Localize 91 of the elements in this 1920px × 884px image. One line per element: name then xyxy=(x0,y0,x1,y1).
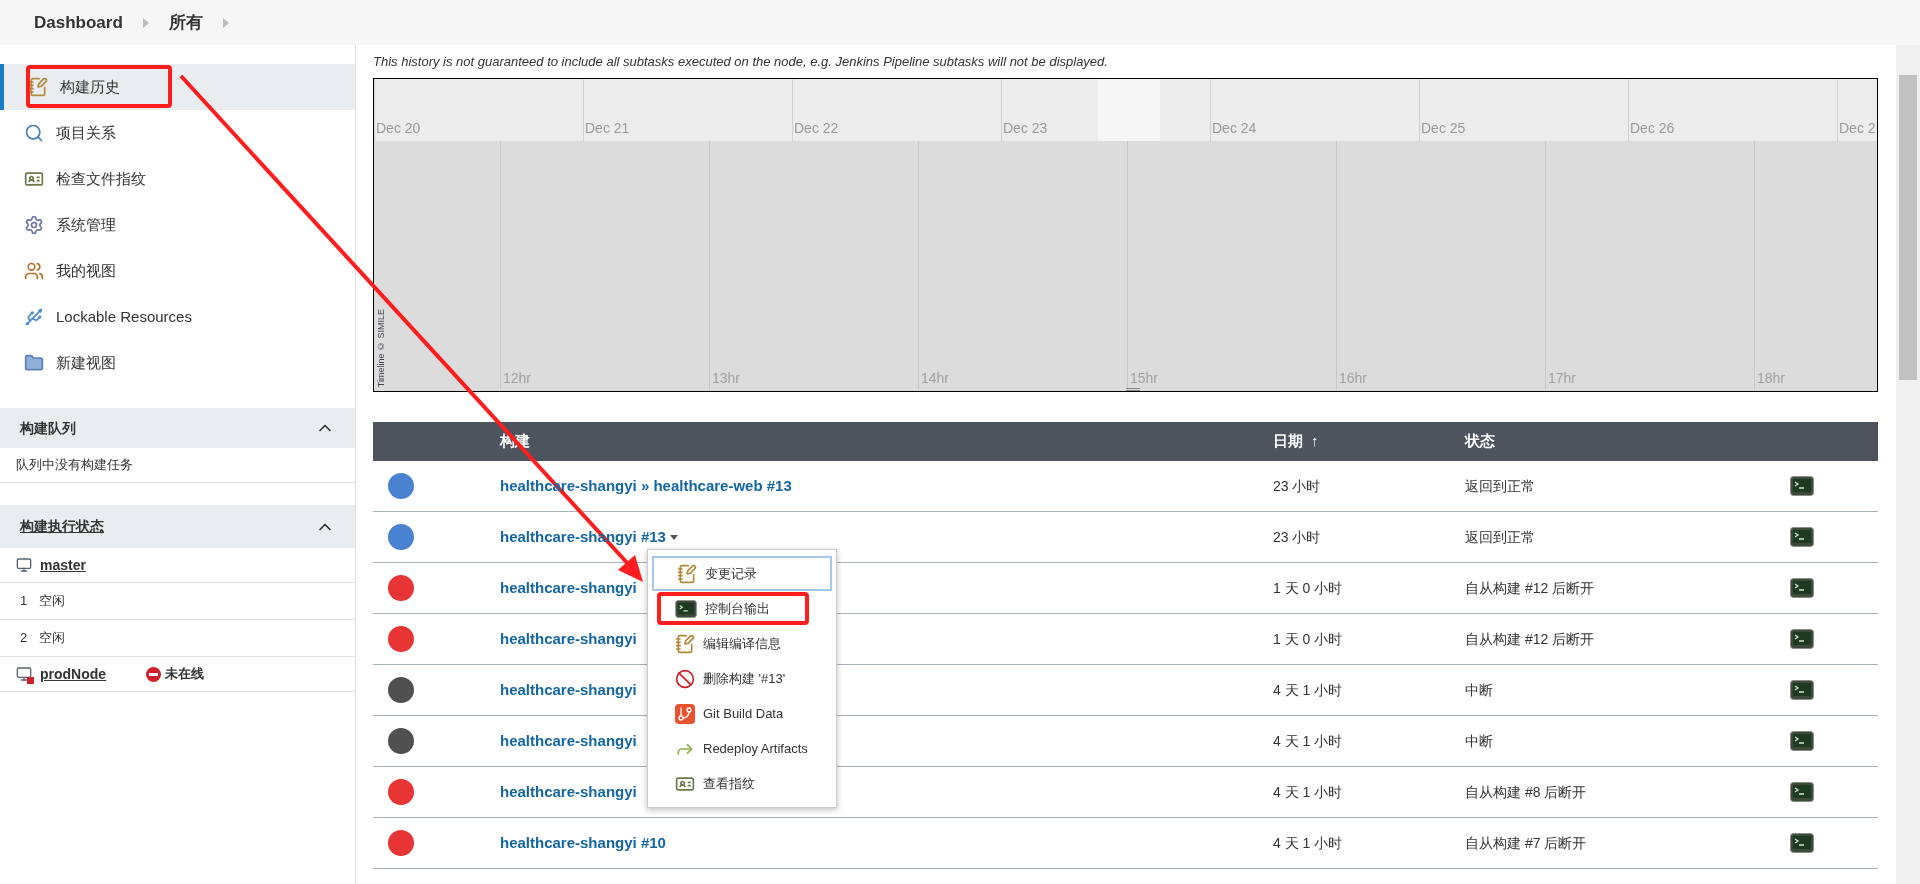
hour-label: 15hr xyxy=(1129,369,1159,388)
resize-handle[interactable] xyxy=(1125,388,1140,391)
people-icon xyxy=(24,261,44,281)
build-link[interactable]: healthcare-shangyi xyxy=(500,729,637,753)
sidebar-item[interactable]: 项目关系 xyxy=(0,110,355,156)
menu-item[interactable]: Redeploy Artifacts xyxy=(652,731,832,766)
build-status: 自从构建 #12 后断开 xyxy=(1465,578,1596,598)
terminal-icon[interactable] xyxy=(1790,476,1814,496)
hour-label: 14hr xyxy=(920,369,950,388)
id-card-icon xyxy=(24,169,44,189)
usb-icon xyxy=(24,307,44,327)
column-header[interactable]: 日期 ↑ xyxy=(1273,430,1465,453)
build-date: 1 天 0 小时 xyxy=(1273,629,1344,649)
no-entry-icon xyxy=(675,668,695,689)
hour-label: 18hr xyxy=(1756,369,1786,388)
terminal-icon[interactable] xyxy=(1790,578,1814,598)
menu-item[interactable]: 变更记录 xyxy=(652,556,832,591)
hour-label: 16hr xyxy=(1338,369,1368,388)
build-date: 23 小时 xyxy=(1273,476,1322,496)
build-status: 返回到正常 xyxy=(1465,476,1536,496)
hour-label: 12hr xyxy=(502,369,532,388)
date-label: Dec 22 xyxy=(793,119,839,138)
build-link[interactable]: healthcare-shangyi xyxy=(500,780,637,804)
folder-icon xyxy=(24,353,44,373)
sidebar-item[interactable]: 我的视图 xyxy=(0,248,355,294)
search-icon xyxy=(24,123,44,143)
history-note: This history is not guaranteed to include all subtasks executed on the node, e.g. Jenkins Pipeline subtasks will not be displayed. xyxy=(373,52,1109,71)
node-status: 未在线 xyxy=(165,665,205,684)
menu-item[interactable]: 编辑编译信息 xyxy=(652,626,832,661)
git-icon xyxy=(675,703,695,724)
build-status: 中断 xyxy=(1465,731,1494,751)
date-label: Dec 24 xyxy=(1211,119,1257,138)
build-link[interactable]: healthcare-shangyi xyxy=(500,576,637,600)
settings-icon xyxy=(24,215,44,235)
terminal-icon[interactable] xyxy=(675,599,697,618)
menu-item[interactable]: 查看指纹 xyxy=(652,766,832,801)
menu-item[interactable]: Git Build Data xyxy=(652,696,832,731)
scrollbar[interactable] xyxy=(1896,45,1920,884)
build-link[interactable]: healthcare-shangyi xyxy=(500,678,637,702)
date-label: Dec 23 xyxy=(1002,119,1048,138)
menu-item[interactable]: 删除构建 '#13' xyxy=(652,661,832,696)
terminal-icon[interactable] xyxy=(1790,833,1814,853)
breadcrumb-link[interactable]: 所有 xyxy=(164,9,207,36)
date-label: Dec 21 xyxy=(584,119,630,138)
build-date: 23 小时 xyxy=(1273,527,1322,547)
sidebar-item[interactable]: Lockable Resources xyxy=(0,294,355,340)
executor-state: 空闲 xyxy=(39,629,66,648)
terminal-icon[interactable] xyxy=(1790,782,1814,802)
terminal-icon[interactable] xyxy=(1790,629,1814,649)
executor-state: 空闲 xyxy=(39,592,66,611)
build-date: 4 天 1 小时 xyxy=(1273,782,1344,802)
date-label: Dec 25 xyxy=(1420,119,1466,138)
hour-label: 13hr xyxy=(711,369,741,388)
terminal-icon[interactable] xyxy=(1790,527,1814,547)
menu-item[interactable]: 控制台输出 xyxy=(652,591,832,626)
timeline-credit: Timeline © SIMILE xyxy=(375,308,387,387)
section-title[interactable]: 构建执行状态 xyxy=(20,516,104,537)
offline-icon xyxy=(146,666,162,682)
breadcrumb-link[interactable]: Dashboard xyxy=(30,9,127,36)
column-header[interactable]: 状态 xyxy=(1465,430,1495,453)
sidebar-item[interactable]: 检查文件指纹 xyxy=(0,156,355,202)
terminal-icon[interactable] xyxy=(1790,680,1814,700)
build-status: 中断 xyxy=(1465,680,1494,700)
hour-label: 17hr xyxy=(1547,369,1577,388)
node-link[interactable]: master xyxy=(40,554,86,576)
date-label: Dec 2 xyxy=(1838,119,1876,138)
notepad-icon xyxy=(28,77,48,97)
node-link[interactable]: prodNode xyxy=(40,663,107,685)
notepad-icon xyxy=(675,633,695,654)
terminal-icon[interactable] xyxy=(1790,731,1814,751)
build-status: 自从构建 #8 后断开 xyxy=(1465,782,1588,802)
dropdown-caret-icon[interactable] xyxy=(669,534,678,540)
build-status: 自从构建 #12 后断开 xyxy=(1465,629,1596,649)
build-date: 1 天 0 小时 xyxy=(1273,578,1344,598)
executor-number: 1 xyxy=(20,592,28,611)
build-status: 返回到正常 xyxy=(1465,527,1536,547)
sidebar-item[interactable]: 新建视图 xyxy=(0,340,355,386)
sidebar-item[interactable]: 系统管理 xyxy=(0,202,355,248)
executor-number: 2 xyxy=(20,629,28,648)
queue-empty-text: 队列中没有构建任务 xyxy=(16,456,133,475)
build-link[interactable]: healthcare-shangyi #10 xyxy=(500,831,666,855)
date-label: Dec 20 xyxy=(375,119,421,138)
build-link[interactable]: healthcare-shangyi xyxy=(500,627,637,651)
build-date: 4 天 1 小时 xyxy=(1273,731,1344,751)
build-date: 4 天 1 小时 xyxy=(1273,680,1344,700)
section-title: 构建队列 xyxy=(20,418,76,438)
build-date: 4 天 1 小时 xyxy=(1273,833,1344,853)
date-label: Dec 26 xyxy=(1629,119,1675,138)
sidebar-item[interactable]: 构建历史 xyxy=(0,64,355,110)
notepad-icon xyxy=(677,563,697,584)
build-status: 自从构建 #7 后断开 xyxy=(1465,833,1588,853)
